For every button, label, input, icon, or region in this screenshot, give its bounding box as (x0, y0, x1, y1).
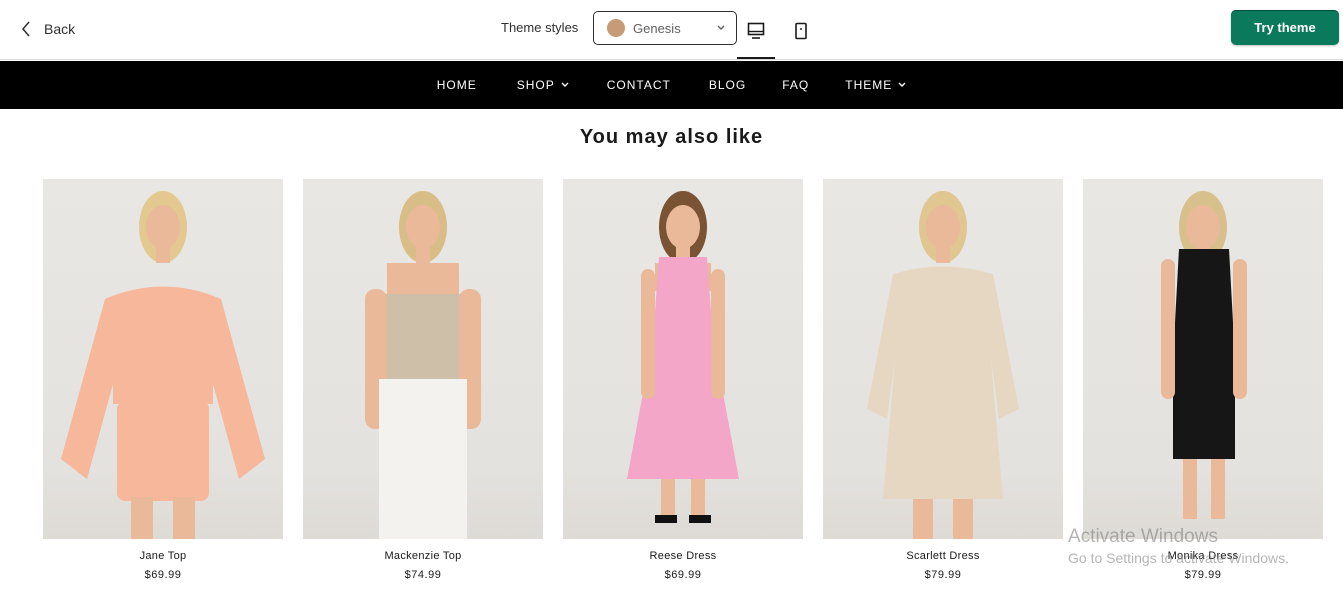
model-in-pink-dress-icon (627, 191, 739, 523)
nav-faq-label: FAQ (782, 78, 810, 92)
product-card[interactable]: Scarlett Dress $79.99 (823, 179, 1063, 581)
silhouette-part (1173, 249, 1235, 459)
store-navigation: HOME SHOP CONTACT BLOG FAQ THEME (0, 61, 1343, 109)
chevron-down-icon (898, 82, 906, 88)
product-price: $79.99 (924, 569, 962, 581)
theme-styles-label: Theme styles (501, 20, 579, 35)
back-button[interactable]: Back (20, 14, 75, 44)
product-card[interactable]: Reese Dress $69.99 (563, 179, 803, 581)
desktop-view-button[interactable] (737, 14, 775, 59)
silhouette-part (1183, 459, 1197, 519)
model-in-beige-top-white-pants-icon (365, 191, 481, 539)
nav-shop[interactable]: SHOP (517, 78, 569, 92)
product-price: $69.99 (144, 569, 182, 581)
silhouette-part (373, 294, 473, 379)
chevron-left-icon (20, 19, 32, 39)
product-grid: Jane Top $69.99 Mackenzie Top $74.99 Ree… (43, 179, 1323, 581)
nav-faq[interactable]: FAQ (782, 78, 809, 92)
model-in-cream-shirt-dress-icon (867, 191, 1019, 539)
silhouette-part (146, 205, 180, 249)
product-image[interactable] (43, 179, 283, 539)
nav-home[interactable]: HOME (437, 78, 477, 92)
silhouette-part (936, 245, 950, 263)
preview-toolbar: Back Theme styles Genesis Try theme (0, 0, 1343, 60)
product-price: $69.99 (664, 569, 702, 581)
back-label: Back (44, 21, 76, 37)
product-card[interactable]: Mackenzie Top $74.99 (303, 179, 543, 581)
theme-style-select[interactable]: Genesis (593, 11, 737, 45)
model-in-peach-knit-set-icon (61, 191, 265, 539)
silhouette-part (913, 499, 933, 539)
nav-home-label: HOME (436, 78, 477, 92)
selected-style-value: Genesis (633, 20, 681, 36)
silhouette-part (661, 479, 675, 521)
chevron-down-icon (716, 24, 726, 32)
nav-theme-label: THEME (845, 78, 893, 92)
nav-blog[interactable]: BLOG (709, 78, 746, 92)
nav-contact-label: CONTACT (606, 78, 671, 92)
silhouette-part (926, 205, 960, 249)
silhouette-part (689, 515, 711, 523)
product-name[interactable]: Jane Top (43, 550, 283, 562)
product-image[interactable] (303, 179, 543, 539)
product-card[interactable]: Monika Dress $79.99 (1083, 179, 1323, 581)
product-image[interactable] (563, 179, 803, 539)
silhouette-part (655, 515, 677, 523)
silhouette-part (416, 245, 430, 263)
silhouette-part (131, 497, 153, 539)
silhouette-part (711, 269, 725, 399)
nav-contact[interactable]: CONTACT (607, 78, 671, 92)
product-image[interactable] (1083, 179, 1323, 539)
section-title: You may also like (579, 126, 764, 148)
silhouette-part (867, 266, 1019, 499)
product-price: $79.99 (1184, 569, 1222, 581)
silhouette-part (691, 479, 705, 521)
silhouette-part (1186, 205, 1220, 249)
silhouette-part (1233, 259, 1247, 399)
product-name[interactable]: Reese Dress (563, 550, 803, 562)
nav-theme[interactable]: THEME (845, 78, 906, 92)
silhouette-part (953, 499, 973, 539)
mobile-view-button[interactable] (782, 14, 820, 59)
silhouette-part (1211, 459, 1225, 519)
try-theme-button[interactable]: Try theme (1231, 10, 1339, 45)
silhouette-part (379, 379, 467, 539)
product-price: $74.99 (404, 569, 442, 581)
product-image[interactable] (823, 179, 1063, 539)
style-color-swatch (607, 19, 625, 37)
silhouette-part (173, 497, 195, 539)
silhouette-part (666, 205, 700, 249)
mobile-icon (794, 22, 808, 59)
silhouette-part (117, 401, 209, 501)
silhouette-part (156, 245, 170, 263)
product-name[interactable]: Scarlett Dress (823, 550, 1063, 562)
silhouette-part (406, 205, 440, 249)
silhouette-part (641, 269, 655, 399)
model-in-black-dress-icon (1161, 191, 1247, 519)
product-name[interactable]: Monika Dress (1083, 550, 1323, 562)
product-name[interactable]: Mackenzie Top (303, 550, 543, 562)
silhouette-part (1161, 259, 1175, 399)
nav-shop-label: SHOP (516, 78, 555, 92)
chevron-down-icon (561, 82, 569, 88)
desktop-icon (747, 22, 765, 57)
nav-blog-label: BLOG (708, 78, 747, 92)
product-card[interactable]: Jane Top $69.99 (43, 179, 283, 581)
